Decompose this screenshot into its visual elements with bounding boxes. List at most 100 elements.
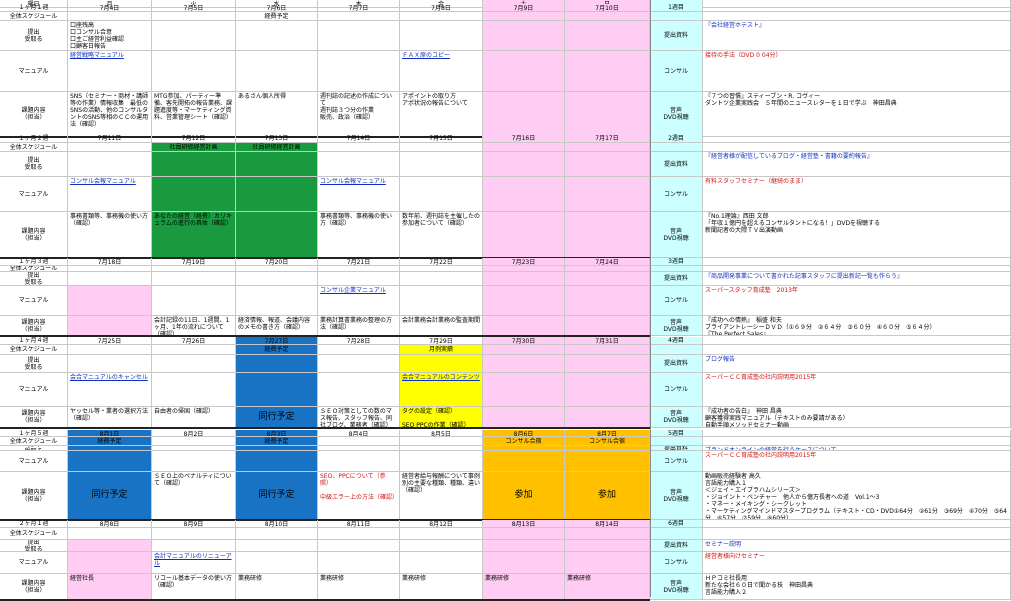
manual-cell[interactable] — [483, 373, 565, 407]
submit-cell[interactable] — [318, 272, 400, 286]
side-content[interactable] — [703, 437, 1011, 446]
schedule-cell[interactable]: 経費予定 — [236, 437, 318, 446]
content-cell[interactable]: ＳＥＯ上のペナルティについて（確認） — [152, 472, 236, 520]
submit-cell[interactable] — [236, 355, 318, 373]
schedule-cell[interactable] — [400, 437, 483, 446]
content-cell[interactable]: 参加 — [483, 472, 565, 520]
side-content[interactable]: 動画販売経験者 高久 言語能力購入１ ＜ジェイ・エイブラハムシリーズ＞ ・ジョイ… — [703, 472, 1011, 520]
content-cell[interactable]: 経営社長 — [68, 574, 152, 600]
content-cell[interactable]: 同行予定 — [236, 472, 318, 520]
content-cell[interactable]: タグの設定（確認） SEO PPCの作業（確認） — [400, 407, 483, 428]
side-content[interactable] — [703, 134, 1011, 143]
schedule-cell[interactable] — [68, 12, 152, 21]
content-cell[interactable]: 自由者の帰国（確認） — [152, 407, 236, 428]
date-cell[interactable]: 8月7日 — [565, 430, 650, 437]
manual-cell[interactable] — [483, 51, 565, 92]
submit-cell[interactable] — [318, 540, 400, 552]
date-cell[interactable]: 7月19日 — [152, 258, 236, 266]
schedule-cell[interactable] — [318, 12, 400, 21]
manual-cell[interactable] — [400, 177, 483, 212]
submit-cell[interactable] — [565, 355, 650, 373]
submit-cell[interactable] — [236, 540, 318, 552]
manual-cell[interactable]: コンサル企業マニュアル — [318, 286, 400, 316]
side-content[interactable]: 『７つの習慣』スティーブン・R. コヴィー ダントツ企業実践会 ５年間のニュース… — [703, 92, 1011, 137]
schedule-cell[interactable] — [152, 345, 236, 355]
submit-cell[interactable] — [400, 355, 483, 373]
content-cell[interactable] — [565, 316, 650, 336]
schedule-cell[interactable]: 経費予定 — [68, 437, 152, 446]
side-content[interactable] — [703, 4, 1011, 12]
submit-cell[interactable] — [565, 21, 650, 51]
content-cell[interactable]: リコール基本データの使い方（確認） — [152, 574, 236, 600]
manual-cell[interactable] — [565, 286, 650, 316]
content-cell[interactable]: SEO、PPCについて（参照） 中級エラー上の方法（確認） — [318, 472, 400, 520]
date-cell[interactable]: 8月6日 — [483, 430, 565, 437]
date-cell[interactable]: 7月14日 — [318, 134, 400, 143]
schedule-cell[interactable] — [565, 345, 650, 355]
content-cell[interactable] — [236, 212, 318, 258]
side-content[interactable] — [703, 520, 1011, 528]
schedule-cell[interactable] — [68, 528, 152, 540]
submit-cell[interactable] — [152, 355, 236, 373]
side-content[interactable] — [703, 430, 1011, 437]
submit-cell[interactable]: 口座残高 口コンサル合意 口主ご経営利益確認 口顧客日報告 — [68, 21, 152, 51]
content-cell[interactable]: 業務研修 — [236, 574, 318, 600]
submit-cell[interactable] — [68, 272, 152, 286]
schedule-cell[interactable] — [565, 12, 650, 21]
manual-cell[interactable] — [400, 286, 483, 316]
content-cell[interactable]: 同行予定 — [236, 407, 318, 428]
submit-cell[interactable] — [152, 152, 236, 177]
date-cell[interactable]: 7月23日 — [483, 258, 565, 266]
date-cell[interactable]: 7月27日 — [236, 337, 318, 345]
manual-cell[interactable]: コンサル会報マニュアル — [318, 177, 400, 212]
date-cell[interactable]: 7月7日 — [318, 4, 400, 12]
content-cell[interactable] — [483, 212, 565, 258]
date-cell[interactable]: 7月15日 — [400, 134, 483, 143]
content-cell[interactable]: 週刊誌の記述の作成について 週刊誌３つ分の作業 販売、政治（確認） — [318, 92, 400, 137]
submit-cell[interactable] — [400, 272, 483, 286]
side-content[interactable] — [703, 143, 1011, 152]
schedule-cell[interactable] — [318, 437, 400, 446]
manual-cell[interactable] — [152, 373, 236, 407]
content-cell[interactable]: 会計業務会計業務の監査期間 — [400, 316, 483, 336]
submit-cell[interactable] — [565, 272, 650, 286]
date-cell[interactable]: 7月25日 — [68, 337, 152, 345]
side-content[interactable]: スーパースタッフ育成塾 2013年 — [703, 286, 1011, 316]
date-cell[interactable]: 7月9日 — [483, 4, 565, 12]
submit-cell[interactable] — [400, 21, 483, 51]
date-cell[interactable]: 7月12日 — [152, 134, 236, 143]
date-cell[interactable]: 7月18日 — [68, 258, 152, 266]
date-cell[interactable]: 7月21日 — [318, 258, 400, 266]
content-cell[interactable]: 事務書類等、事務機の使い方（確認） — [68, 212, 152, 258]
submit-cell[interactable] — [400, 540, 483, 552]
schedule-cell[interactable]: 社員研修経営計画 — [152, 143, 236, 152]
schedule-cell[interactable] — [565, 143, 650, 152]
schedule-cell[interactable] — [152, 12, 236, 21]
content-cell[interactable]: 業務研修 — [483, 574, 565, 600]
content-cell[interactable]: 同行予定 — [68, 472, 152, 520]
manual-cell[interactable]: コンサル会報マニュアル — [68, 177, 152, 212]
date-cell[interactable]: 8月5日 — [400, 430, 483, 437]
side-content[interactable]: 接待の手法（DVD 0 04分） — [703, 51, 1011, 92]
side-content[interactable]: 『No.1理論』西田 文郎 「年収１億円を超えるコンサルタントになる！」DVDを… — [703, 212, 1011, 258]
side-content[interactable]: 『会社経営ホテスト』 — [703, 21, 1011, 51]
manual-cell[interactable] — [318, 51, 400, 92]
content-cell[interactable]: 参加 — [565, 472, 650, 520]
manual-cell[interactable]: ＦＡＸ原のコピー — [400, 51, 483, 92]
side-content[interactable]: スーパーＣＣ育成塾の社内説明用2015年 — [703, 373, 1011, 407]
schedule-cell[interactable] — [483, 528, 565, 540]
manual-cell[interactable] — [152, 286, 236, 316]
manual-cell[interactable] — [318, 451, 400, 472]
date-cell[interactable]: 7月5日 — [152, 4, 236, 12]
manual-cell[interactable] — [400, 552, 483, 574]
content-cell[interactable]: 数年前、週刊誌を主催したの参加者について（確認） — [400, 212, 483, 258]
content-cell[interactable]: SNS（セミナー・商材・講師等の作業）情報収集 最低のSNSの活動、他のコンサル… — [68, 92, 152, 137]
schedule-cell[interactable] — [318, 345, 400, 355]
date-cell[interactable]: 8月9日 — [152, 520, 236, 528]
date-cell[interactable]: 7月11日 — [68, 134, 152, 143]
schedule-cell[interactable] — [68, 345, 152, 355]
manual-cell[interactable] — [565, 451, 650, 472]
date-cell[interactable]: 8月4日 — [318, 430, 400, 437]
submit-cell[interactable] — [152, 540, 236, 552]
schedule-cell[interactable] — [236, 528, 318, 540]
